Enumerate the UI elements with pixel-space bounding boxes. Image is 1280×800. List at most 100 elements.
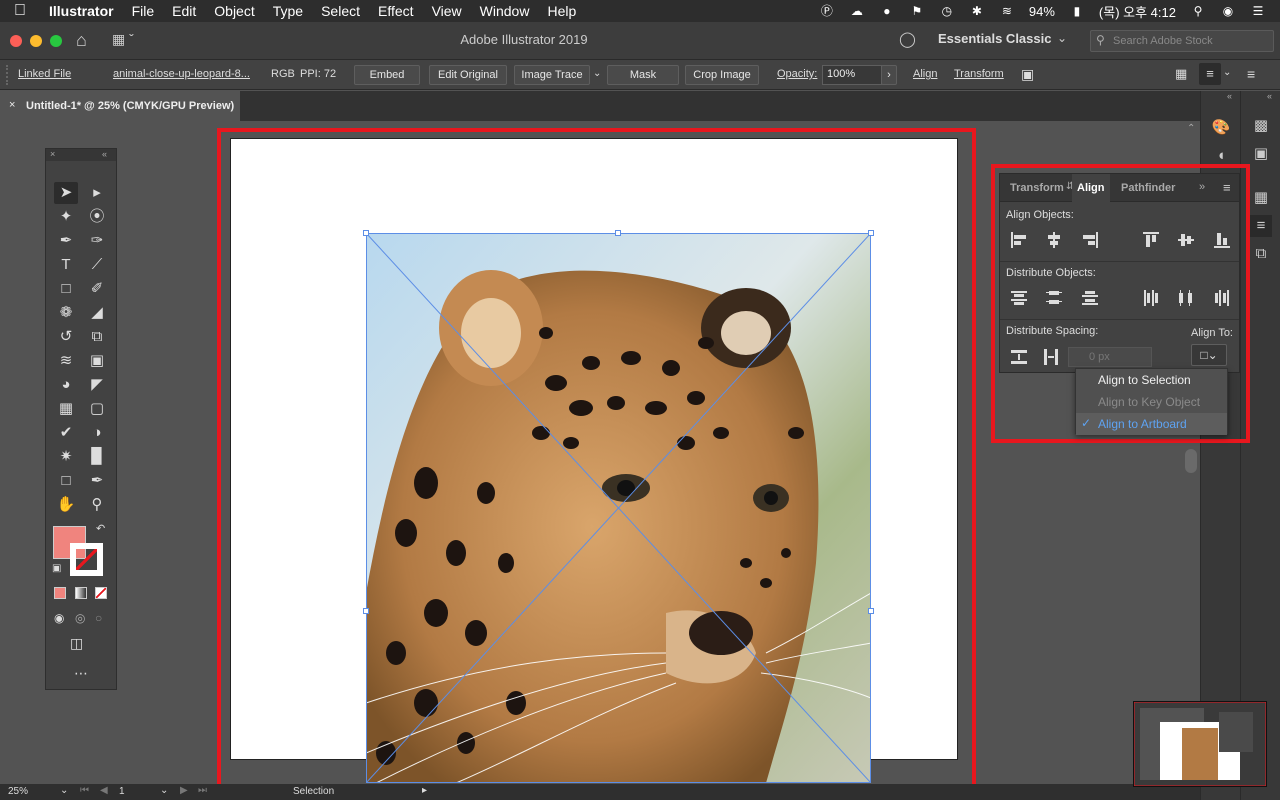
line-segment-tool-icon[interactable]: ⟋ — [85, 254, 109, 276]
tools-panel-header[interactable]: × « — [46, 149, 116, 161]
spotlight-search-icon[interactable]: ⚲ — [1190, 4, 1206, 18]
current-tool-status[interactable]: Selection — [293, 786, 334, 797]
clock[interactable]: (목) 오후 4:12 — [1099, 2, 1176, 21]
app-menu[interactable]: Illustrator — [40, 3, 123, 19]
close-tab-icon[interactable]: × — [9, 99, 15, 111]
type-tool-icon[interactable]: T — [54, 254, 78, 276]
shaper-tool-icon[interactable]: ❁ — [54, 302, 78, 324]
column-graph-tool-icon[interactable]: ▉ — [85, 446, 109, 468]
transform-panel-icon[interactable]: ▦ — [1250, 187, 1272, 209]
menu-help[interactable]: Help — [538, 3, 585, 19]
collapse-dock-2-icon[interactable]: « — [1267, 91, 1272, 101]
opacity-input[interactable]: 100% — [822, 65, 882, 85]
slice-tool-icon[interactable]: ✒ — [85, 470, 109, 492]
notification-center-icon[interactable]: ☰ — [1250, 4, 1266, 18]
direct-selection-tool-icon[interactable]: ▸ — [85, 182, 109, 204]
swap-fill-stroke-icon[interactable]: ↶ — [96, 522, 105, 535]
rectangle-tool-icon[interactable]: □ — [54, 278, 78, 300]
image-trace-button[interactable]: Image Trace — [514, 65, 590, 85]
menu-window[interactable]: Window — [471, 3, 539, 19]
shape-builder-tool-icon[interactable]: ◕ — [54, 374, 78, 396]
next-artboard-icon[interactable]: ▶ — [180, 785, 188, 796]
siri-icon[interactable]: ◉ — [1220, 4, 1236, 18]
edit-original-button[interactable]: Edit Original — [429, 65, 507, 85]
prev-artboard-icon[interactable]: ◀ — [100, 785, 108, 796]
menu-type[interactable]: Type — [264, 3, 312, 19]
menu-edit[interactable]: Edit — [163, 3, 205, 19]
stroke-color-swatch[interactable] — [70, 543, 103, 576]
artboard-number[interactable]: 1 — [119, 786, 125, 797]
rotate-tool-icon[interactable]: ↺ — [54, 326, 78, 348]
change-screen-mode-icon[interactable]: ◫ — [70, 635, 83, 652]
artboard-tool-icon[interactable]: □ — [54, 470, 78, 492]
paintbrush-tool-icon[interactable]: ✐ — [85, 278, 109, 300]
adobe-stock-search-input[interactable]: ⚲ Search Adobe Stock — [1090, 30, 1274, 52]
status-menu-arrow-icon[interactable]: ▸ — [422, 785, 427, 796]
menu-select[interactable]: Select — [312, 3, 369, 19]
width-tool-icon[interactable]: ≋ — [54, 350, 78, 372]
apple-menu-icon[interactable]:  — [0, 2, 40, 20]
collapse-dock-icon[interactable]: « — [1227, 91, 1232, 101]
flag-icon[interactable]: ⚑ — [909, 4, 925, 18]
none-mode-icon[interactable] — [95, 587, 107, 599]
mask-button[interactable]: Mask — [607, 65, 679, 85]
embed-button[interactable]: Embed — [354, 65, 420, 85]
draw-behind-icon[interactable]: ◎ — [75, 611, 85, 625]
artboard-dropdown-icon[interactable]: ⌄ — [160, 785, 168, 796]
zoom-level[interactable]: 25% — [8, 786, 28, 797]
opacity-arrow-icon[interactable]: › — [881, 65, 897, 85]
perspective-grid-tool-icon[interactable]: ◤ — [85, 374, 109, 396]
gradient-tool-icon[interactable]: ▢ — [85, 398, 109, 420]
menu-file[interactable]: File — [123, 3, 164, 19]
workspace-switcher[interactable]: Essentials Classic — [938, 31, 1051, 46]
align-link[interactable]: Align — [913, 68, 937, 80]
menu-effect[interactable]: Effect — [369, 3, 423, 19]
collapse-panel-icon[interactable]: « — [102, 149, 107, 159]
document-tab[interactable]: × Untitled-1* @ 25% (CMYK/GPU Preview) — [0, 91, 240, 121]
pathfinder-panel-icon[interactable]: ⧉ — [1250, 243, 1272, 265]
linked-file-link[interactable]: Linked File — [18, 68, 71, 80]
gradient-mode-icon[interactable] — [75, 587, 87, 599]
free-transform-tool-icon[interactable]: ▣ — [85, 350, 109, 372]
transform-link[interactable]: Transform — [954, 68, 1004, 80]
notification-icon[interactable]: ● — [879, 4, 895, 18]
edit-toolbar-icon[interactable]: ⋯ — [74, 665, 88, 682]
menu-object[interactable]: Object — [205, 3, 263, 19]
lasso-tool-icon[interactable]: ⦿ — [85, 206, 109, 228]
workspace-chevron-down-icon[interactable]: ⌄ — [1057, 31, 1067, 45]
scrollbar-thumb[interactable] — [1185, 449, 1197, 473]
grip-handle[interactable] — [6, 65, 9, 85]
wifi-icon[interactable]: ≋ — [999, 4, 1015, 18]
default-fill-stroke-icon[interactable]: ▣ — [52, 563, 61, 574]
creative-cloud-icon[interactable]: ☁ — [849, 4, 865, 18]
control-panel-menu-icon[interactable]: ≡ — [1247, 66, 1255, 82]
blend-tool-icon[interactable]: ◑ — [85, 422, 109, 444]
magic-wand-tool-icon[interactable]: ✦ — [54, 206, 78, 228]
crop-image-button[interactable]: Crop Image — [685, 65, 759, 85]
image-trace-chevron-icon[interactable]: ⌄ — [593, 68, 601, 79]
linked-filename-link[interactable]: animal-close-up-leopard-8... — [113, 68, 250, 80]
d-status-icon[interactable]: Ⓟ — [819, 4, 835, 18]
eraser-tool-icon[interactable]: ◢ — [85, 302, 109, 324]
close-panel-icon[interactable]: × — [50, 149, 55, 159]
battery-percent[interactable]: 94% — [1029, 4, 1055, 19]
pen-tool-icon[interactable]: ✒ — [54, 230, 78, 252]
control-chevron-icon[interactable]: ⌄ — [1223, 67, 1231, 78]
last-artboard-icon[interactable]: ⏭ — [198, 785, 207, 796]
scroll-up-icon[interactable]: ⌃ — [1187, 123, 1195, 134]
scale-tool-icon[interactable]: ⧉ — [85, 326, 109, 348]
color-guide-icon[interactable]: 🎨 — [1210, 117, 1232, 139]
align-to-artboard-item[interactable]: Align to Artboard — [1098, 417, 1187, 431]
libraries-panel-icon[interactable]: ▩ — [1250, 115, 1272, 137]
control-menu-icon[interactable]: ≡ — [1199, 63, 1221, 85]
selection-tool-icon[interactable]: ➤ — [54, 182, 78, 204]
navigator-thumbnail[interactable] — [1133, 701, 1267, 787]
lightbulb-icon[interactable]: ◯ — [899, 30, 916, 48]
align-to-selection-item[interactable]: Align to Selection — [1098, 373, 1191, 387]
isolate-object-icon[interactable]: ▣ — [1021, 66, 1034, 83]
bluetooth-icon[interactable]: ✱ — [969, 4, 985, 18]
hand-tool-icon[interactable]: ✋ — [54, 494, 78, 516]
align-panel-icon[interactable]: ≡ — [1250, 215, 1272, 237]
first-artboard-icon[interactable]: ⏮ — [80, 785, 89, 796]
menu-view[interactable]: View — [423, 3, 471, 19]
